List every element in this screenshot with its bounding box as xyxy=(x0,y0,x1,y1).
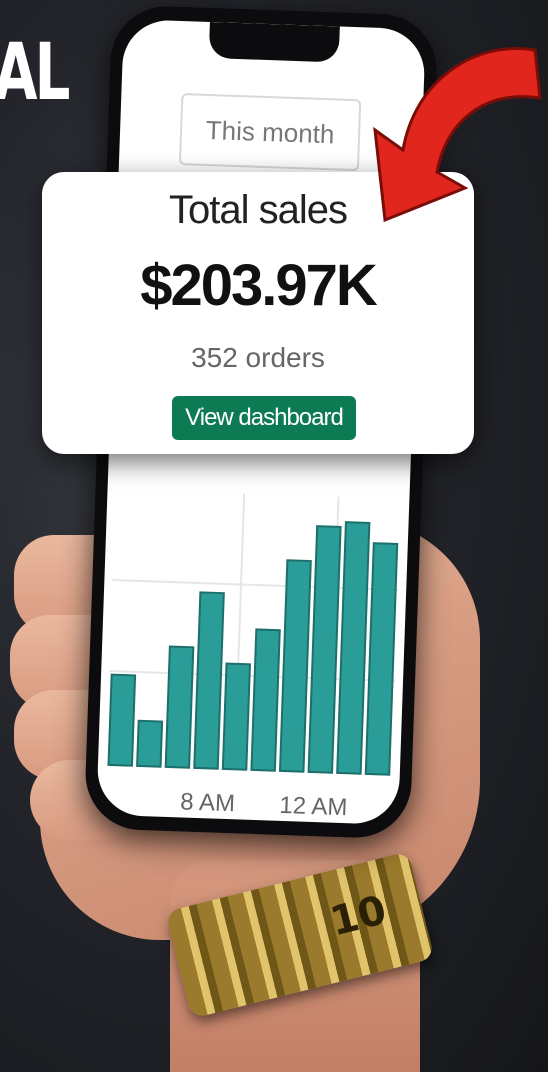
chart-bar xyxy=(307,525,342,774)
total-sales-value: $203.97K xyxy=(140,253,378,318)
x-tick-label: 12 AM xyxy=(279,792,348,821)
phone-notch xyxy=(208,21,340,63)
chart-bar xyxy=(164,645,195,769)
sales-chart: 8 AM 12 AM xyxy=(96,419,412,825)
period-select[interactable]: This month xyxy=(178,93,362,172)
view-dashboard-button[interactable]: View dashboard xyxy=(172,396,356,440)
chart-bar xyxy=(221,662,251,771)
chart-bar xyxy=(278,559,312,773)
chart-bar xyxy=(336,521,371,775)
chart-bar xyxy=(364,542,399,776)
sales-chart-svg: 8 AM 12 AM xyxy=(107,493,399,821)
chart-bar xyxy=(107,673,137,767)
watch-text: 10 xyxy=(325,887,391,946)
chart-bar xyxy=(193,591,225,770)
overlay-title-text: AL xyxy=(0,28,70,118)
chart-bar xyxy=(136,719,164,768)
orders-count: 352 orders xyxy=(191,342,325,373)
red-arrow-icon xyxy=(373,47,542,223)
x-tick-label: 8 AM xyxy=(180,788,236,817)
chart-bar xyxy=(250,628,281,772)
